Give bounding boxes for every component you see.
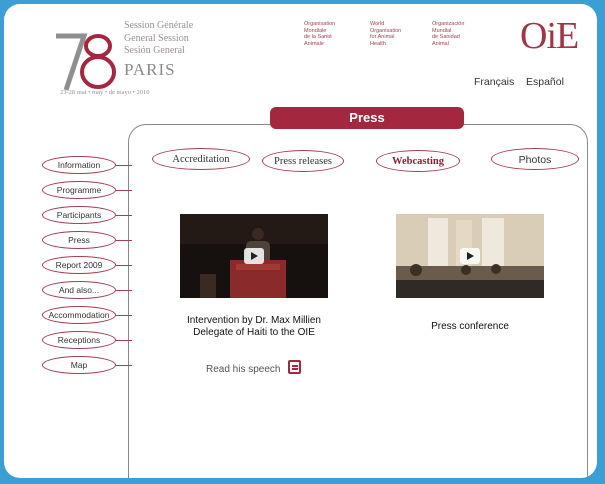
sidebar-item-map[interactable]: Map — [42, 356, 116, 374]
tab-photos[interactable]: Photos — [491, 148, 579, 170]
session-es: Sesión General — [124, 45, 185, 56]
language-link-es[interactable]: Español — [526, 76, 564, 88]
sidebar-item-programme[interactable]: Programme — [42, 181, 116, 199]
sidebar-connector — [116, 190, 132, 191]
play-button-icon[interactable] — [460, 248, 480, 264]
play-button-icon[interactable] — [244, 248, 264, 264]
tab-accreditation[interactable]: Accreditation — [152, 148, 250, 170]
sidebar-connector — [116, 215, 132, 216]
sidebar-connector — [116, 340, 132, 341]
sidebar-item-and-also[interactable]: And also... — [42, 281, 116, 299]
sidebar-item-press[interactable]: Press — [42, 231, 116, 249]
video-caption-press-conference: Press conference — [431, 321, 509, 332]
sidebar-item-accommodation[interactable]: Accommodation — [42, 306, 116, 324]
oie-logo: OiE — [520, 15, 579, 57]
org-name-es: Organización Mundial de Sanidad Animal — [432, 21, 465, 47]
video-thumbnail-speech[interactable] — [180, 214, 328, 298]
video-thumbnail-press-conference[interactable] — [396, 214, 544, 298]
tab-press-releases[interactable]: Press releases — [262, 150, 344, 172]
tab-webcasting[interactable]: Webcasting — [376, 150, 460, 172]
sidebar-connector — [116, 315, 132, 316]
sidebar-item-information[interactable]: Information — [42, 156, 116, 174]
video-caption-speech: Intervention by Dr. Max Millien Delegate… — [187, 315, 321, 338]
city-name: PARIS — [124, 59, 176, 79]
org-name-fr: Organisation Mondiale de la Santé Animale — [304, 21, 336, 47]
sidebar-item-participants[interactable]: Participants — [42, 206, 116, 224]
session-en: General Session — [124, 32, 189, 44]
content-panel — [128, 124, 588, 478]
sidebar-item-receptions[interactable]: Receptions — [42, 331, 116, 349]
language-link-fr[interactable]: Français — [474, 76, 514, 88]
logo-78 — [56, 33, 116, 91]
page-title: Press — [270, 107, 464, 129]
sidebar-connector — [116, 290, 132, 291]
org-name-en: World Organisation for Animal Health — [370, 21, 402, 47]
sidebar-item-report-2009[interactable]: Report 2009 — [42, 256, 116, 274]
sidebar-connector — [116, 240, 132, 241]
page-frame: Session Générale General Session Sesión … — [4, 4, 597, 478]
sidebar-connector — [116, 365, 132, 366]
sidebar-connector — [116, 165, 132, 166]
session-dates: 23-28 mai • may • de mayo • 2010 — [60, 89, 150, 96]
read-speech-link[interactable]: Read his speech — [206, 364, 281, 375]
sidebar-connector — [116, 265, 132, 266]
session-fr: Session Générale — [124, 20, 194, 31]
session-title: Session Générale General Session Sesión … — [124, 20, 193, 80]
pdf-icon[interactable] — [288, 360, 301, 374]
